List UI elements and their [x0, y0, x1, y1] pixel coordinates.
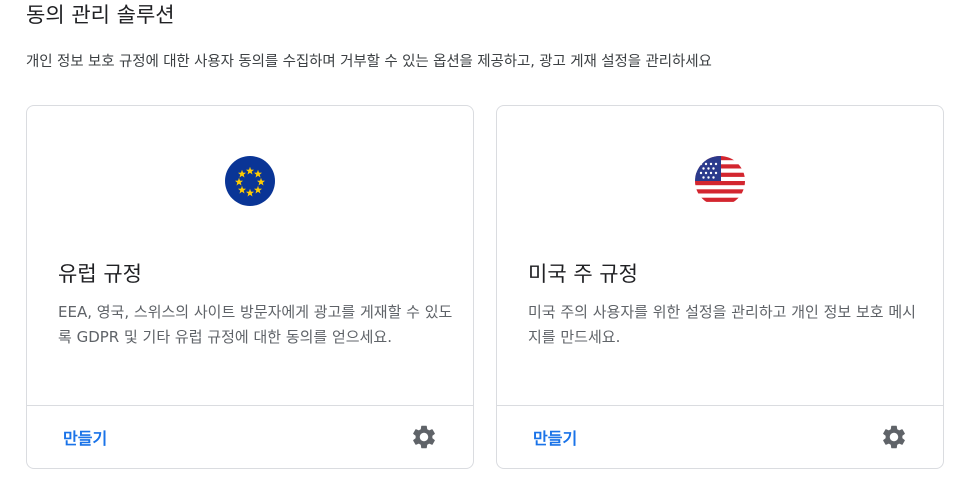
- gear-icon: [880, 423, 908, 455]
- page-description: 개인 정보 보호 규정에 대한 사용자 동의를 수집하며 거부할 수 있는 옵션…: [26, 54, 712, 70]
- create-button[interactable]: 만들기: [63, 425, 107, 453]
- create-button[interactable]: 만들기: [533, 425, 577, 453]
- eu-flag-icon: [225, 156, 275, 210]
- gear-icon: [410, 423, 438, 455]
- card-divider: [497, 405, 943, 406]
- us-flag-icon: [695, 156, 745, 210]
- eu-regulations-card: 유럽 규정 EEA, 영국, 스위스의 사이트 방문자에게 광고를 게재할 수 …: [26, 105, 474, 469]
- card-divider: [27, 405, 473, 406]
- page-title: 동의 관리 솔루션: [26, 3, 175, 27]
- settings-button[interactable]: [409, 424, 439, 454]
- card-title: 미국 주 규정: [528, 262, 638, 286]
- card-title: 유럽 규정: [58, 262, 142, 286]
- card-description: EEA, 영국, 스위스의 사이트 방문자에게 광고를 게재할 수 있도록 GD…: [58, 303, 453, 346]
- us-state-regulations-card: 미국 주 규정 미국 주의 사용자를 위한 설정을 관리하고 개인 정보 보호 …: [496, 105, 944, 469]
- card-description: 미국 주의 사용자를 위한 설정을 관리하고 개인 정보 보호 메시지를 만드세…: [528, 303, 916, 346]
- settings-button[interactable]: [879, 424, 909, 454]
